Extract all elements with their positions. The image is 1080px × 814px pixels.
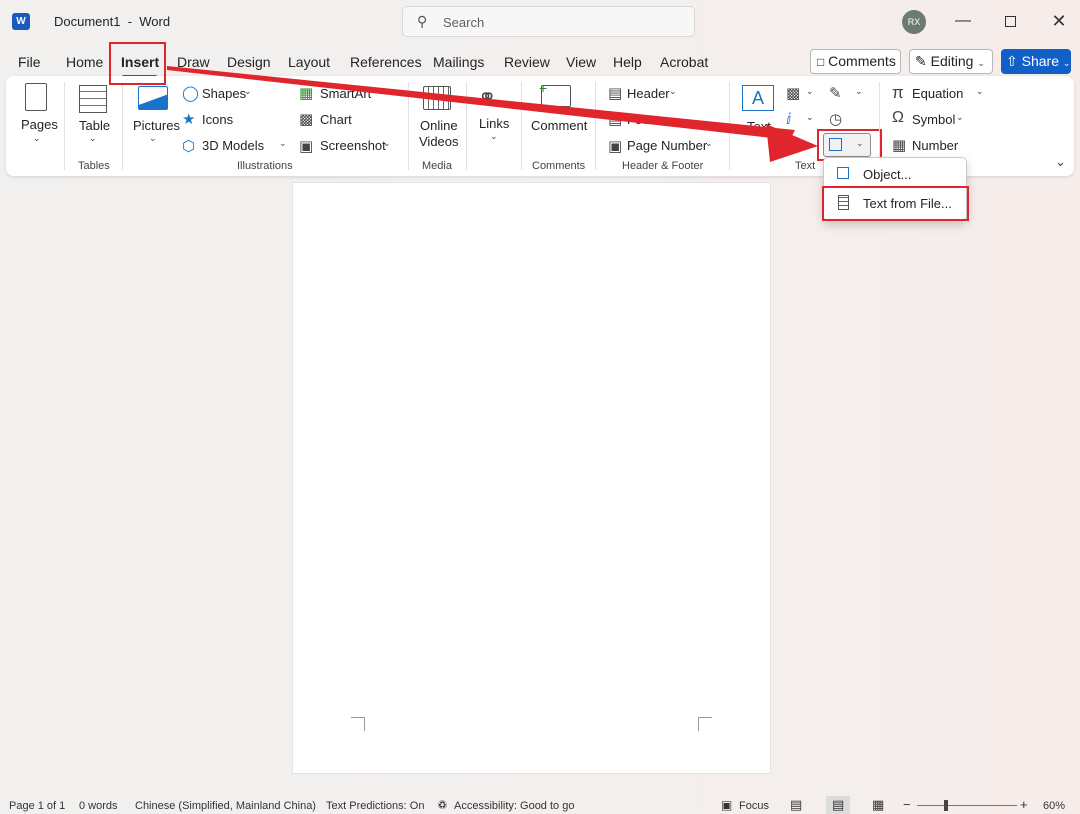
print-layout-icon[interactable]: ▤ — [832, 797, 844, 813]
accessibility-icon: ♽ — [437, 798, 448, 812]
zoom-level[interactable]: 60% — [1043, 800, 1065, 812]
status-language[interactable]: Chinese (Simplified, Mainland China) — [135, 800, 316, 812]
status-text-predictions[interactable]: Text Predictions: On — [326, 800, 424, 812]
insert-tab-highlight — [109, 42, 166, 85]
web-layout-icon[interactable]: ▦ — [872, 797, 884, 813]
status-accessibility[interactable]: Accessibility: Good to go — [454, 800, 574, 812]
status-words[interactable]: 0 words — [79, 800, 118, 812]
focus-icon: ▣ — [721, 798, 733, 812]
zoom-out-icon[interactable]: − — [903, 797, 911, 812]
zoom-in-icon[interactable]: + — [1020, 797, 1028, 812]
status-page[interactable]: Page 1 of 1 — [9, 800, 65, 812]
read-mode-icon[interactable]: ▤ — [790, 797, 802, 813]
zoom-slider-thumb[interactable] — [944, 800, 948, 811]
zoom-slider[interactable] — [917, 805, 1017, 806]
annotation-arrow — [167, 66, 818, 162]
focus-button[interactable]: Focus — [739, 800, 769, 812]
